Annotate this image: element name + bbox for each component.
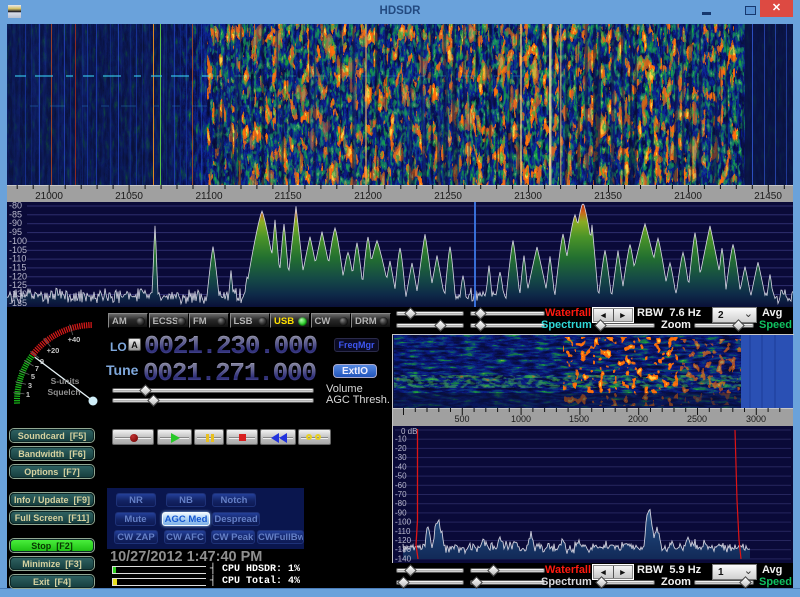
svg-text:-120: -120 — [395, 536, 412, 545]
svg-text:21000: 21000 — [35, 191, 63, 202]
svg-text:-140: -140 — [395, 554, 412, 563]
svg-text:-50: -50 — [395, 472, 407, 481]
svg-text:21050: 21050 — [115, 191, 143, 202]
svg-text:5: 5 — [31, 372, 35, 381]
svg-text:-135: -135 — [9, 298, 27, 307]
svg-text:-70: -70 — [395, 490, 407, 499]
svg-text:21350: 21350 — [594, 191, 622, 202]
svg-text:21400: 21400 — [674, 191, 702, 202]
svg-text:-90: -90 — [395, 508, 407, 517]
svg-text:-100: -100 — [395, 518, 412, 527]
svg-text:21200: 21200 — [354, 191, 382, 202]
svg-text:500: 500 — [454, 414, 469, 424]
svg-text:+20: +20 — [47, 346, 60, 355]
svg-text:3000: 3000 — [746, 414, 766, 424]
svg-text:S-units: S-units — [51, 376, 80, 386]
svg-text:-20: -20 — [395, 444, 407, 453]
svg-text:21100: 21100 — [195, 191, 223, 202]
svg-text:2000: 2000 — [628, 414, 648, 424]
svg-text:2500: 2500 — [687, 414, 707, 424]
svg-text:21150: 21150 — [274, 191, 302, 202]
svg-text:-60: -60 — [395, 481, 407, 490]
svg-text:21450: 21450 — [754, 191, 782, 202]
svg-text:-130: -130 — [395, 545, 412, 554]
svg-text:7: 7 — [35, 364, 39, 373]
svg-text:21250: 21250 — [434, 191, 462, 202]
svg-text:1: 1 — [26, 390, 30, 399]
svg-text:1000: 1000 — [511, 414, 531, 424]
svg-text:-110: -110 — [395, 527, 411, 536]
svg-text:3: 3 — [28, 381, 32, 390]
svg-text:-10: -10 — [395, 435, 407, 444]
svg-text:-40: -40 — [395, 462, 407, 471]
svg-text:+40: +40 — [68, 335, 81, 344]
svg-text:1500: 1500 — [569, 414, 589, 424]
svg-text:Squelch: Squelch — [47, 387, 80, 397]
svg-text:-30: -30 — [395, 453, 407, 462]
svg-text:-80: -80 — [395, 499, 407, 508]
svg-text:21300: 21300 — [514, 191, 542, 202]
